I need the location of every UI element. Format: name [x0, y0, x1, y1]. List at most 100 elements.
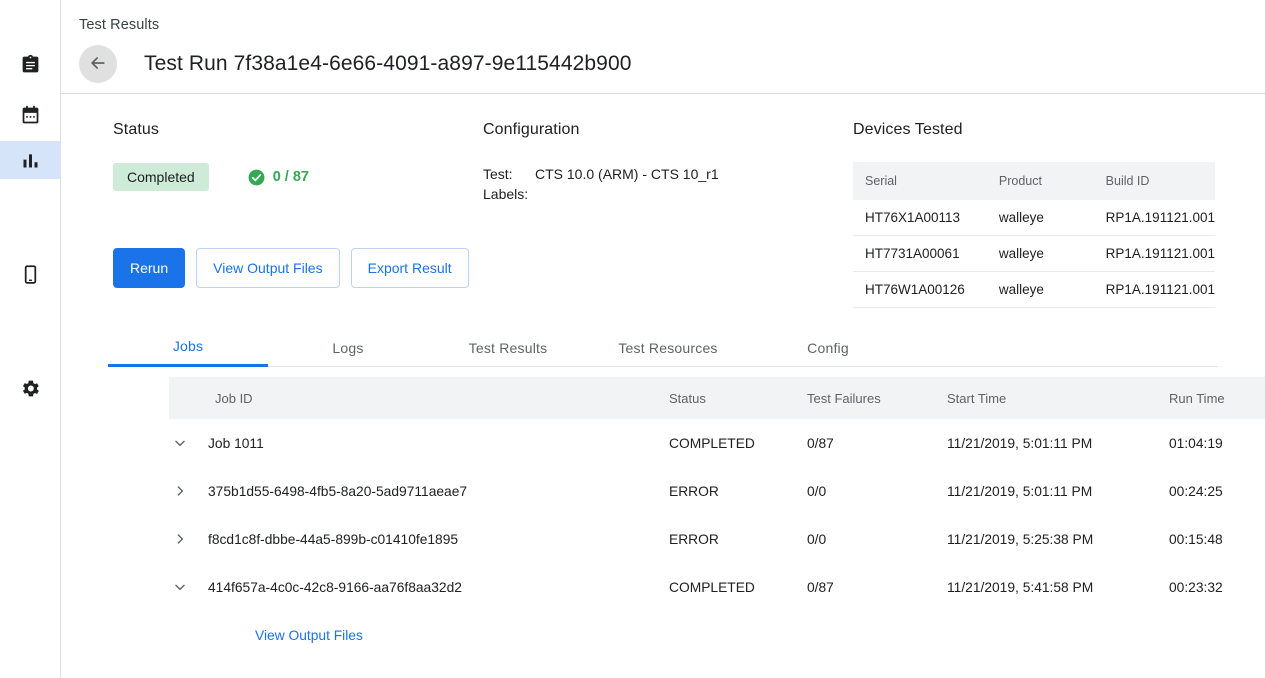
calendar-icon: [20, 105, 41, 126]
rerun-button[interactable]: Rerun: [113, 248, 185, 288]
device-product: walleye: [987, 200, 1094, 236]
device-product: walleye: [987, 236, 1094, 272]
tab-test-results[interactable]: Test Results: [428, 328, 588, 367]
arrow-left-icon: [88, 53, 108, 76]
table-row: HT76X1A00113 walleye RP1A.191121.001: [853, 200, 1215, 236]
gear-icon: [20, 378, 41, 399]
job-test-failures: 0/0: [807, 467, 947, 515]
job-id-label: 414f657a-4c0c-42c8-9166-aa76f8aa32d2: [208, 580, 462, 595]
spacer-cell: [807, 611, 947, 659]
job-id-label: f8cd1c8f-dbbe-44a5-899b-c01410fe1895: [208, 532, 458, 547]
job-run-time: 01:04:19: [1169, 419, 1265, 467]
title-row: Test Run 7f38a1e4-6e66-4091-a897-9e11544…: [79, 38, 632, 90]
chevron-down-icon[interactable]: [169, 435, 191, 451]
tab-logs[interactable]: Logs: [268, 328, 428, 367]
sidebar-item-settings[interactable]: [0, 369, 60, 407]
status-row: Completed 0 / 87: [113, 163, 469, 191]
jobs-col-test-failures: Test Failures: [807, 377, 947, 419]
devices-col-serial: Serial: [853, 162, 987, 200]
tab-bar: Jobs Logs Test Results Test Resources Co…: [108, 328, 1218, 367]
job-start-time: 11/21/2019, 5:25:38 PM: [947, 515, 1169, 563]
action-buttons: Rerun View Output Files Export Result: [113, 248, 469, 288]
tab-config[interactable]: Config: [748, 328, 908, 367]
view-output-files-link[interactable]: View Output Files: [255, 628, 363, 643]
summary-section: Status Completed 0 / 87 Rerun: [61, 94, 1265, 312]
job-id-label: 375b1d55-6498-4fb5-8a20-5ad9711aeae7: [208, 484, 467, 499]
chevron-right-icon[interactable]: [169, 531, 191, 547]
devices-column: Devices Tested Serial Product Build ID H…: [853, 121, 1215, 308]
page-header: Test Results Test Run 7f38a1e4-6e66-4091…: [61, 0, 1265, 94]
tab-test-resources[interactable]: Test Resources: [588, 328, 748, 367]
job-start-time: 11/21/2019, 5:41:58 PM: [947, 563, 1169, 611]
job-id-cell: f8cd1c8f-dbbe-44a5-899b-c01410fe1895: [169, 515, 669, 563]
job-start-time: 11/21/2019, 5:01:11 PM: [947, 419, 1169, 467]
breadcrumb[interactable]: Test Results: [79, 17, 159, 33]
status-column: Status Completed 0 / 87 Rerun: [113, 121, 469, 288]
view-output-files-button[interactable]: View Output Files: [196, 248, 339, 288]
chevron-down-icon[interactable]: [169, 579, 191, 595]
table-row: HT76W1A00126 walleye RP1A.191121.001: [853, 272, 1215, 308]
back-button[interactable]: [79, 45, 117, 83]
config-test-value: CTS 10.0 (ARM) - CTS 10_r1: [535, 164, 719, 184]
jobs-table-wrapper: Job ID Status Test Failures Start Time R…: [169, 377, 1265, 659]
configuration-list: Test: CTS 10.0 (ARM) - CTS 10_r1 Labels:: [483, 164, 719, 204]
sidebar-item-devices[interactable]: [0, 255, 60, 293]
table-row[interactable]: f8cd1c8f-dbbe-44a5-899b-c01410fe1895 ERR…: [169, 515, 1265, 563]
main-content: Test Results Test Run 7f38a1e4-6e66-4091…: [61, 0, 1265, 678]
job-id-cell: 375b1d55-6498-4fb5-8a20-5ad9711aeae7: [169, 467, 669, 515]
bar-chart-icon: [20, 150, 41, 171]
jobs-table-header-row: Job ID Status Test Failures Start Time R…: [169, 377, 1265, 419]
expanded-detail-cell: View Output Files: [169, 611, 669, 659]
export-result-button[interactable]: Export Result: [351, 248, 469, 288]
sidebar-item-schedules[interactable]: [0, 96, 60, 134]
spacer-cell: [669, 611, 807, 659]
job-id-label: Job 1011: [208, 436, 264, 451]
table-row[interactable]: 375b1d55-6498-4fb5-8a20-5ad9711aeae7 ERR…: [169, 467, 1265, 515]
table-row[interactable]: Job 1011 COMPLETED 0/87 11/21/2019, 5:01…: [169, 419, 1265, 467]
table-row[interactable]: 414f657a-4c0c-42c8-9166-aa76f8aa32d2 COM…: [169, 563, 1265, 611]
job-status: ERROR: [669, 515, 807, 563]
chevron-right-icon[interactable]: [169, 483, 191, 499]
tab-jobs[interactable]: Jobs: [108, 328, 268, 367]
jobs-col-status: Status: [669, 377, 807, 419]
table-row-expanded-detail: View Output Files: [169, 611, 1265, 659]
spacer-cell: [947, 611, 1169, 659]
sidebar-item-test-results[interactable]: [0, 141, 60, 179]
device-build-id: RP1A.191121.001: [1094, 236, 1215, 272]
config-labels-key: Labels:: [483, 184, 535, 204]
devices-table: Serial Product Build ID HT76X1A00113 wal…: [853, 162, 1215, 308]
sidebar-item-test-plans[interactable]: [0, 45, 60, 83]
pass-count: 0 / 87: [247, 168, 309, 187]
device-serial: HT76W1A00126: [853, 272, 987, 308]
job-test-failures: 0/87: [807, 419, 947, 467]
job-start-time: 11/21/2019, 5:01:11 PM: [947, 467, 1169, 515]
smartphone-icon: [20, 264, 41, 285]
job-status: COMPLETED: [669, 419, 807, 467]
config-labels-row: Labels:: [483, 184, 719, 204]
left-nav-rail: [0, 0, 61, 678]
page-title: Test Run 7f38a1e4-6e66-4091-a897-9e11544…: [144, 52, 632, 76]
spacer-cell: [1169, 611, 1265, 659]
job-run-time: 00:15:48: [1169, 515, 1265, 563]
devices-col-product: Product: [987, 162, 1094, 200]
pass-count-label: 0 / 87: [273, 169, 309, 185]
check-circle-icon: [247, 168, 266, 187]
status-heading: Status: [113, 121, 469, 139]
job-test-failures: 0/0: [807, 515, 947, 563]
clipboard-icon: [20, 54, 41, 75]
device-serial: HT7731A00061: [853, 236, 987, 272]
devices-col-build-id: Build ID: [1094, 162, 1215, 200]
config-test-row: Test: CTS 10.0 (ARM) - CTS 10_r1: [483, 164, 719, 184]
devices-table-header-row: Serial Product Build ID: [853, 162, 1215, 200]
configuration-column: Configuration Test: CTS 10.0 (ARM) - CTS…: [483, 121, 719, 204]
job-id-cell: 414f657a-4c0c-42c8-9166-aa76f8aa32d2: [169, 563, 669, 611]
job-id-cell: Job 1011: [169, 419, 669, 467]
config-test-key: Test:: [483, 164, 535, 184]
device-build-id: RP1A.191121.001: [1094, 272, 1215, 308]
device-serial: HT76X1A00113: [853, 200, 987, 236]
job-test-failures: 0/87: [807, 563, 947, 611]
jobs-col-job-id: Job ID: [169, 377, 669, 419]
device-product: walleye: [987, 272, 1094, 308]
table-row: HT7731A00061 walleye RP1A.191121.001: [853, 236, 1215, 272]
job-run-time: 00:23:32: [1169, 563, 1265, 611]
